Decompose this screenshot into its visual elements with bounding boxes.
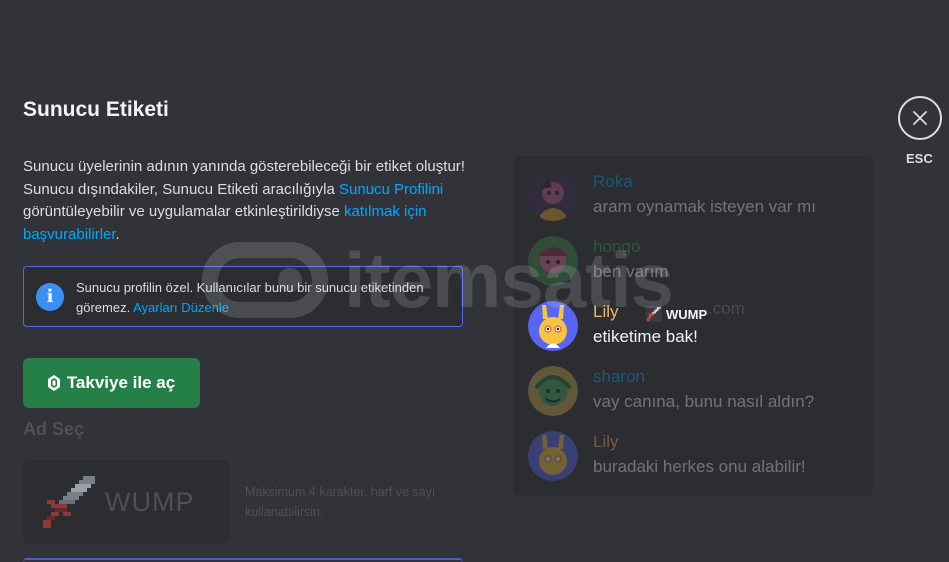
- server-tag-text: WUMP: [666, 306, 708, 322]
- message-author: Roka: [593, 172, 633, 191]
- preview-tag-text: WUMP: [105, 486, 195, 517]
- close-icon: [913, 111, 927, 125]
- unlock-with-boost-button[interactable]: Takviye ile aç: [23, 358, 200, 408]
- avatar: [528, 366, 578, 416]
- esc-label: ESC: [906, 151, 933, 166]
- server-profile-link[interactable]: Sunucu Profilini: [339, 181, 443, 198]
- message-text: etiketime bak!: [593, 327, 698, 346]
- chat-message: Roka aram oynamak isteyen var mı: [528, 171, 858, 221]
- choose-name-label: Ad Seç: [23, 419, 85, 439]
- message-text: ben varım: [593, 262, 669, 281]
- avatar: [528, 171, 578, 221]
- tag-name-hint: Maksimum 4 karakter, harf ve sayı kullan…: [245, 485, 436, 519]
- next-field-edge: [23, 558, 463, 562]
- chat-message: hongo ben varım: [528, 236, 858, 286]
- message-text: aram oynamak isteyen var mı: [593, 197, 816, 216]
- avatar: [528, 301, 578, 351]
- modal-title: Sunucu Etiketi: [23, 98, 169, 121]
- avatar: [528, 431, 578, 481]
- sword-icon: [646, 306, 662, 322]
- message-author: sharon: [593, 367, 645, 386]
- boost-gem-icon: [47, 375, 60, 391]
- edit-settings-link[interactable]: Ayarları Düzenle: [133, 300, 229, 315]
- chat-message: Lily WUMP etiketime bak!: [528, 301, 858, 351]
- chat-message: sharon vay canına, bunu nasıl aldın?: [528, 366, 858, 416]
- tag-preview: WUMP: [23, 460, 229, 544]
- description-text-2: görüntüleyebilir ve uygulamalar etkinleş…: [23, 203, 344, 220]
- modal-description: Sunucu üyelerinin adının yanında göstere…: [23, 156, 468, 246]
- message-text: vay canına, bunu nasıl aldın?: [593, 392, 815, 411]
- boost-button-label: Takviye ile aç: [66, 373, 176, 392]
- privacy-notice: i Sunucu profilin özel. Kullanıcılar bun…: [23, 266, 463, 327]
- message-author: Lily: [593, 432, 619, 451]
- server-tag-badge: WUMP: [646, 306, 707, 322]
- close-button[interactable]: [898, 96, 942, 140]
- chat-preview: Roka aram oynamak isteyen var mı hongo b…: [513, 156, 873, 496]
- message-text: buradaki herkes onu alabilir!: [593, 457, 806, 476]
- sword-icon: [43, 476, 95, 528]
- description-text-3: .: [115, 225, 120, 243]
- notice-message: Sunucu profilin özel. Kullanıcılar bunu …: [76, 280, 424, 315]
- chat-message: Lily buradaki herkes onu alabilir!: [528, 431, 858, 481]
- notice-text: Sunucu profilin özel. Kullanıcılar bunu …: [76, 278, 450, 318]
- message-author: hongo: [593, 237, 641, 256]
- avatar: [528, 236, 578, 286]
- message-author: Lily: [593, 302, 619, 321]
- info-icon: i: [36, 283, 64, 311]
